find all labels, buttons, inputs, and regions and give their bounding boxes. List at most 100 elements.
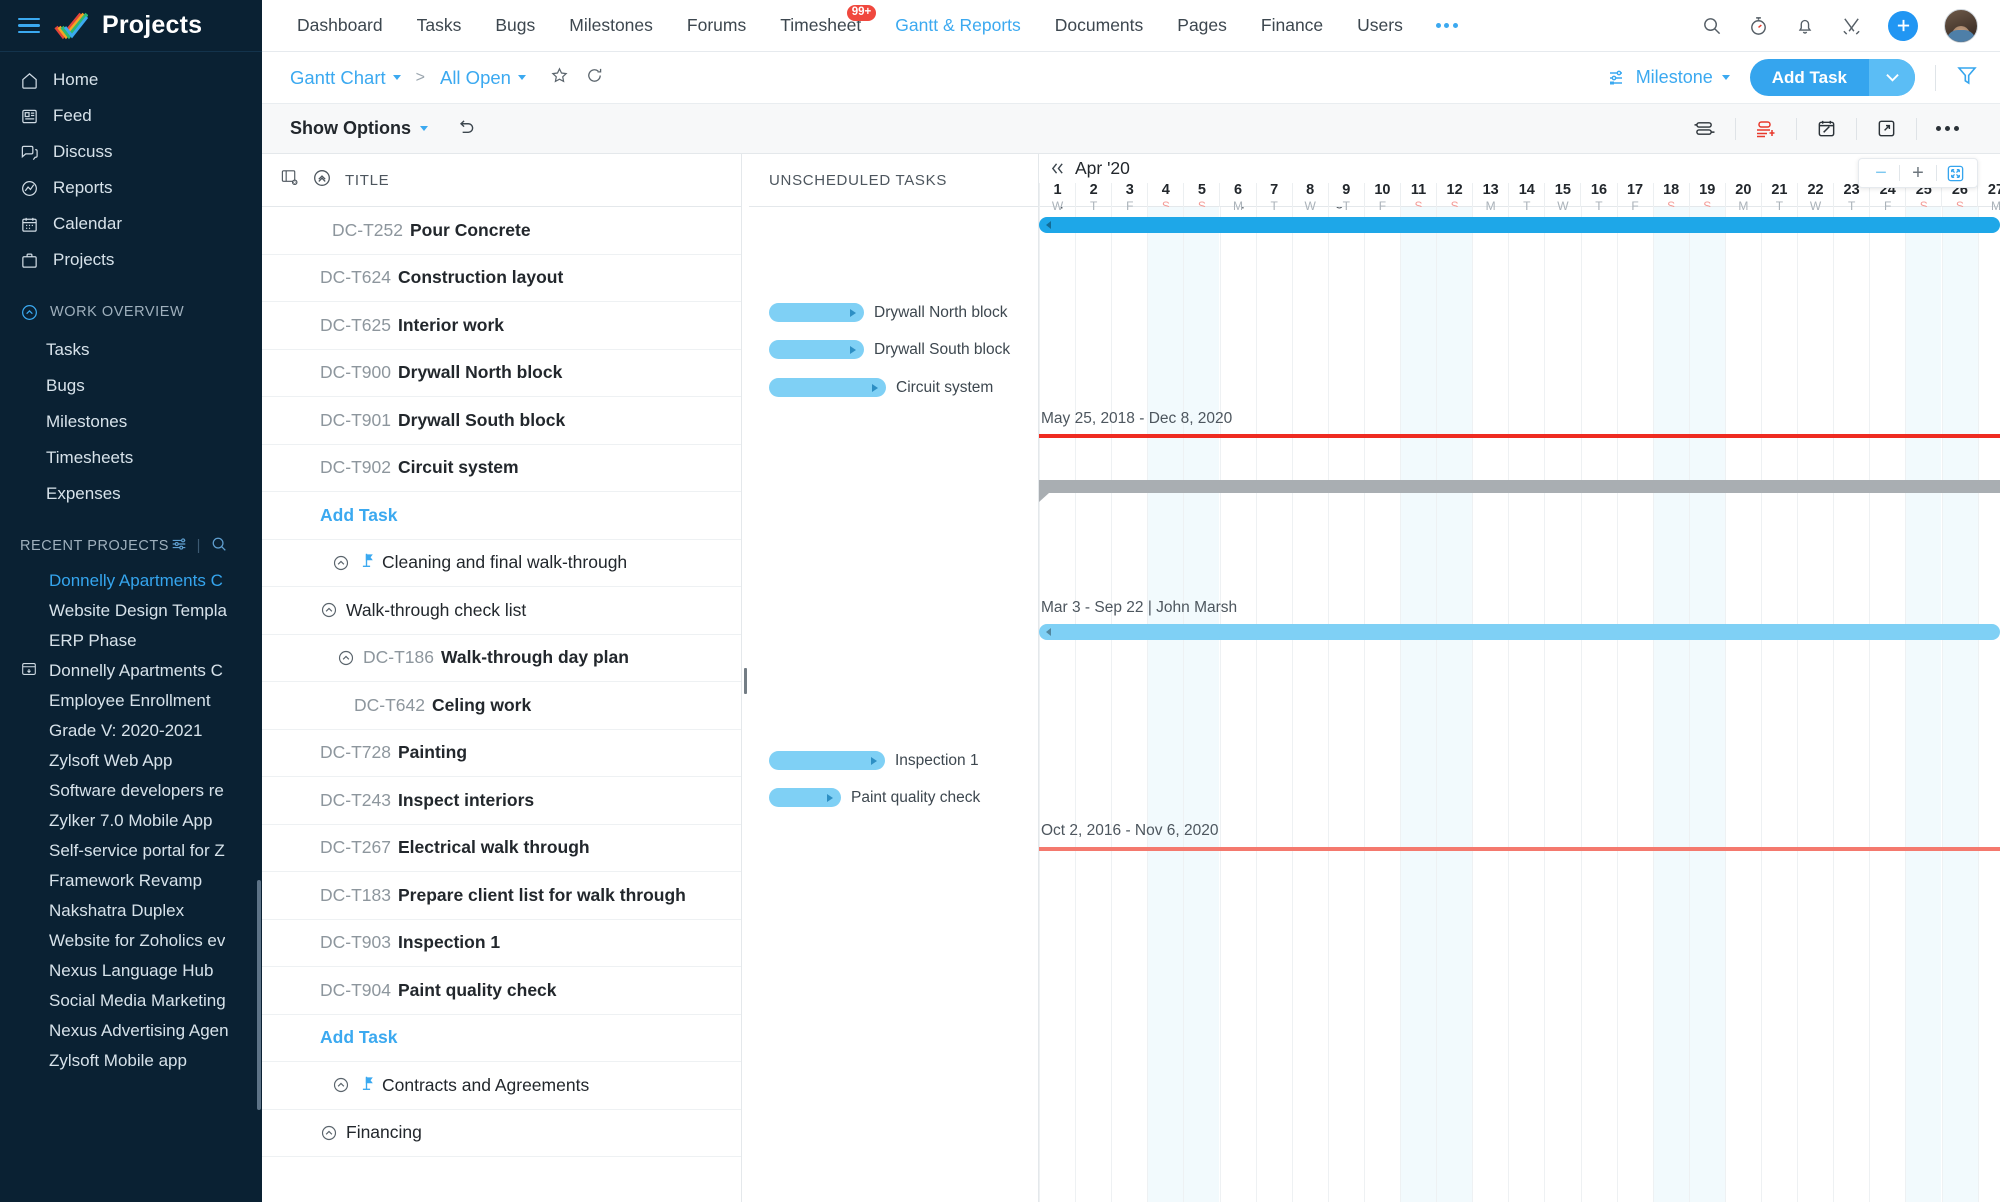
search-icon[interactable]: [1701, 15, 1722, 36]
zoom-in-button[interactable]: +: [1900, 159, 1936, 187]
gantt-bar[interactable]: [1039, 847, 2000, 851]
sidebar-item-reports[interactable]: Reports: [0, 170, 262, 206]
task-row[interactable]: DC-T183 Prepare client list for walk thro…: [262, 872, 741, 920]
chevron-up-icon[interactable]: [332, 554, 350, 572]
unscheduled-task-bar[interactable]: [769, 303, 864, 322]
task-row[interactable]: Contracts and Agreements: [262, 1062, 741, 1110]
sidebar-project-item[interactable]: Social Media Marketing: [0, 986, 262, 1016]
timer-icon[interactable]: [1748, 15, 1769, 37]
unscheduled-task-bar[interactable]: [769, 378, 886, 397]
refresh-icon[interactable]: [585, 66, 604, 90]
top-nav-item-finance[interactable]: Finance: [1244, 0, 1340, 52]
sidebar-item-projects[interactable]: Projects: [0, 242, 262, 278]
task-row[interactable]: DC-T904 Paint quality check: [262, 967, 741, 1015]
undo-icon[interactable]: [455, 119, 476, 138]
calendar-edit-icon[interactable]: [1797, 118, 1856, 139]
fit-to-screen-icon[interactable]: [1937, 159, 1973, 187]
sidebar-item-bugs[interactable]: Bugs: [0, 368, 262, 404]
sidebar-project-item[interactable]: Website Design Templa: [0, 596, 262, 626]
sidebar-project-item[interactable]: Donnelly Apartments C: [0, 656, 262, 686]
gantt-bar[interactable]: [1039, 624, 2000, 640]
task-row[interactable]: DC-T243 Inspect interiors: [262, 777, 741, 825]
top-nav-item-bugs[interactable]: Bugs: [478, 0, 552, 52]
task-row[interactable]: DC-T642 Celing work: [262, 682, 741, 730]
expand-icon[interactable]: [1857, 118, 1916, 139]
unscheduled-task-bar[interactable]: [769, 751, 885, 770]
top-nav-item-dashboard[interactable]: Dashboard: [280, 0, 400, 52]
sidebar-item-milestones[interactable]: Milestones: [0, 404, 262, 440]
sidebar-project-item[interactable]: Zylsoft Web App: [0, 746, 262, 776]
unscheduled-task-bar[interactable]: [769, 340, 864, 359]
task-row[interactable]: DC-T625 Interior work: [262, 302, 741, 350]
gantt-bar-body[interactable]: [1039, 217, 2000, 233]
project-filter-icon[interactable]: [170, 535, 188, 557]
tools-icon[interactable]: [1841, 15, 1862, 36]
column-settings-icon[interactable]: [280, 168, 299, 192]
bell-icon[interactable]: [1795, 15, 1815, 36]
unscheduled-task[interactable]: Inspection 1: [769, 751, 979, 770]
sidebar-project-item[interactable]: Framework Revamp: [0, 866, 262, 896]
gantt-bar-body[interactable]: [1039, 480, 2000, 502]
funnel-icon[interactable]: [1956, 64, 1978, 91]
sidebar-item-discuss[interactable]: Discuss: [0, 134, 262, 170]
sidebar-project-item[interactable]: Nexus Language Hub: [0, 956, 262, 986]
task-row[interactable]: DC-T624 Construction layout: [262, 255, 741, 302]
menu-toggle-icon[interactable]: [18, 17, 40, 34]
gantt-bar[interactable]: [1039, 434, 2000, 438]
sidebar-project-item[interactable]: Website for Zoholics ev: [0, 926, 262, 956]
task-row[interactable]: Walk-through check list: [262, 587, 741, 635]
top-nav-item-milestones[interactable]: Milestones: [552, 0, 670, 52]
task-row[interactable]: DC-T267 Electrical walk through: [262, 825, 741, 872]
chevron-up-icon[interactable]: [332, 1076, 350, 1094]
unscheduled-task[interactable]: Drywall South block: [769, 340, 1010, 359]
sidebar-project-item[interactable]: Zylker 7.0 Mobile App: [0, 806, 262, 836]
unscheduled-task[interactable]: Drywall North block: [769, 303, 1008, 322]
gantt-bar-body[interactable]: [1039, 434, 2000, 438]
task-row[interactable]: DC-T902 Circuit system: [262, 445, 741, 492]
task-row[interactable]: DC-T901 Drywall South block: [262, 397, 741, 445]
sidebar-project-item[interactable]: Donnelly Apartments C: [0, 566, 262, 596]
sidebar-project-item[interactable]: Employee Enrollment: [0, 686, 262, 716]
chevron-up-icon[interactable]: [337, 649, 355, 667]
sidebar-project-item[interactable]: Self-service portal for Z: [0, 836, 262, 866]
top-nav-item-pages[interactable]: Pages: [1160, 0, 1244, 52]
sidebar-project-item[interactable]: ERP Phase: [0, 626, 262, 656]
top-nav-item-timesheet[interactable]: Timesheet 99+: [763, 0, 878, 52]
top-nav-more-icon[interactable]: [1420, 23, 1474, 28]
more-icon[interactable]: [1917, 126, 1978, 131]
sidebar-project-item[interactable]: Software developers re: [0, 776, 262, 806]
gantt-bar-body[interactable]: [1039, 624, 2000, 640]
gantt-bar-body[interactable]: [1039, 847, 2000, 851]
project-search-icon[interactable]: [210, 535, 228, 557]
task-row[interactable]: DC-T728 Painting: [262, 730, 741, 777]
breadcrumb-view-selector[interactable]: Gantt Chart: [290, 67, 401, 89]
top-nav-item-tasks[interactable]: Tasks: [400, 0, 479, 52]
top-nav-item-forums[interactable]: Forums: [670, 0, 763, 52]
swap-rows-icon[interactable]: [1674, 119, 1735, 138]
sidebar-item-feed[interactable]: Feed: [0, 98, 262, 134]
add-task-button[interactable]: Add Task: [1749, 59, 1915, 96]
task-row[interactable]: Cleaning and final walk-through: [262, 540, 741, 587]
task-row[interactable]: DC-T900 Drywall North block: [262, 350, 741, 397]
sidebar-scrollbar[interactable]: [257, 880, 261, 1110]
collapse-all-icon[interactable]: [312, 168, 332, 193]
sidebar-project-item[interactable]: Nexus Advertising Agen: [0, 1016, 262, 1046]
sidebar-item-timesheets[interactable]: Timesheets: [0, 440, 262, 476]
unscheduled-task[interactable]: Paint quality check: [769, 788, 980, 807]
work-overview-header[interactable]: WORK OVERVIEW: [0, 292, 262, 332]
top-nav-item-users[interactable]: Users: [1340, 0, 1420, 52]
add-button[interactable]: [1888, 10, 1918, 41]
unscheduled-task-bar[interactable]: [769, 788, 841, 807]
task-row[interactable]: DC-T252 Pour Concrete: [262, 207, 741, 255]
sidebar-project-item[interactable]: Nakshatra Duplex: [0, 896, 262, 926]
timeline-prev-icon[interactable]: [1039, 161, 1075, 176]
milestone-selector[interactable]: Milestone: [1607, 67, 1730, 88]
gantt-bar[interactable]: [1039, 480, 2000, 502]
unscheduled-task[interactable]: Circuit system: [769, 378, 993, 397]
baseline-icon[interactable]: [1736, 119, 1796, 139]
gantt-bar[interactable]: [1039, 217, 2000, 233]
sidebar-item-calendar[interactable]: Calendar: [0, 206, 262, 242]
sidebar-project-item[interactable]: Zylsoft Mobile app: [0, 1046, 262, 1076]
sidebar-item-home[interactable]: Home: [0, 62, 262, 98]
chevron-up-icon[interactable]: [320, 601, 338, 619]
